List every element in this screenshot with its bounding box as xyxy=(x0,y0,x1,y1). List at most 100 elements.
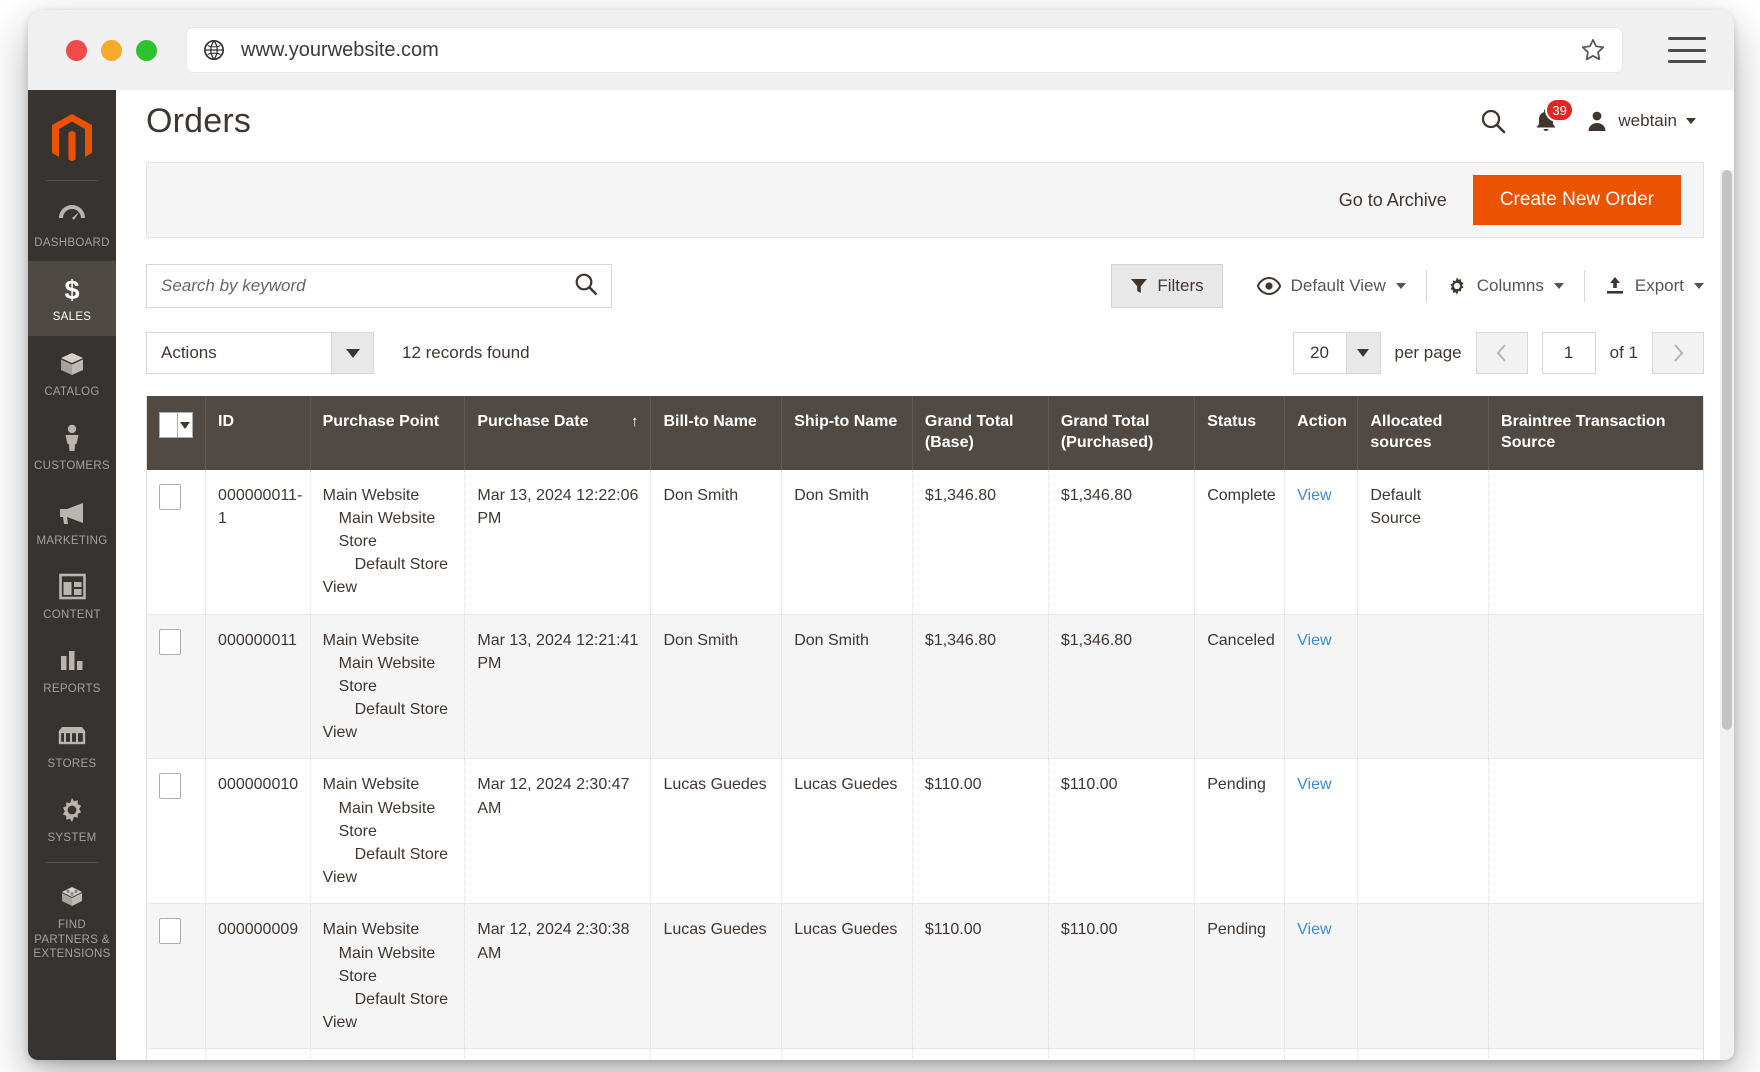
notifications-button[interactable]: 39 xyxy=(1533,98,1574,135)
search-icon[interactable] xyxy=(1479,107,1507,135)
cell-bill-to-name: Lucas Guedes xyxy=(650,903,783,1050)
cell-action[interactable]: View xyxy=(1284,903,1359,1050)
row-select-cell[interactable] xyxy=(147,614,207,760)
cell-purchase-date: Mar 11, 2024 6:37:37 PM xyxy=(464,1048,652,1060)
page-scrollbar-thumb[interactable] xyxy=(1722,170,1732,730)
column-header-action[interactable]: Action xyxy=(1284,396,1359,470)
admin-sidebar: DASHBOARD $ SALES CATALOG CUSTOMERS MARK… xyxy=(28,90,116,1060)
close-window-button[interactable] xyxy=(66,39,87,61)
next-page-button[interactable] xyxy=(1652,332,1704,374)
cell-purchase-date: Mar 13, 2024 12:21:41 PM xyxy=(464,614,652,760)
admin-topbar: Orders 39 webtain xyxy=(116,90,1734,152)
sidebar-item-label: CATALOG xyxy=(44,385,100,398)
cell-action[interactable]: View xyxy=(1284,469,1359,615)
user-menu[interactable]: webtain xyxy=(1585,109,1696,133)
go-to-archive-button[interactable]: Go to Archive xyxy=(1339,190,1447,211)
sidebar-item-sales[interactable]: $ SALES xyxy=(28,261,116,336)
column-header-purchase-date[interactable]: Purchase Date ↑ xyxy=(464,396,652,470)
column-header-allocated-sources[interactable]: Allocated sources xyxy=(1357,396,1490,470)
search-input[interactable] xyxy=(161,276,573,296)
purchase-point-line: Main Website xyxy=(322,776,420,794)
admin-content: Orders 39 webtain Go to Archive Create N… xyxy=(116,90,1734,1060)
page-scrollbar[interactable] xyxy=(1720,170,1734,1060)
sidebar-item-label: REPORTS xyxy=(43,683,101,696)
orders-table: ID Purchase Point Purchase Date ↑ Bill-t… xyxy=(147,396,1703,1060)
previous-page-button[interactable] xyxy=(1475,332,1528,374)
row-select-cell[interactable] xyxy=(147,469,207,615)
sidebar-item-stores[interactable]: STORES xyxy=(28,708,116,782)
column-header-purchase-point[interactable]: Purchase Point xyxy=(310,396,466,470)
funnel-icon xyxy=(1131,279,1148,293)
view-controls: Filters Default View Columns Export xyxy=(1111,264,1704,308)
hamburger-menu-icon[interactable] xyxy=(1668,37,1706,63)
row-checkbox[interactable] xyxy=(159,918,181,945)
minimize-window-button[interactable] xyxy=(101,39,122,61)
cell-allocated-sources xyxy=(1357,758,1490,905)
sidebar-item-content[interactable]: CONTENT xyxy=(28,559,116,633)
view-order-link[interactable]: View xyxy=(1297,487,1331,504)
table-row[interactable]: 000000010 Main Website Main Website Store D… xyxy=(147,758,1703,905)
cell-allocated-sources: Default Source xyxy=(1357,469,1490,615)
view-order-link[interactable]: View xyxy=(1297,632,1331,649)
sidebar-item-customers[interactable]: CUSTOMERS xyxy=(28,410,116,484)
columns-dropdown[interactable]: Columns xyxy=(1427,270,1585,302)
default-view-dropdown[interactable]: Default View xyxy=(1237,270,1427,302)
view-order-link[interactable]: View xyxy=(1297,921,1331,938)
sidebar-item-reports[interactable]: REPORTS xyxy=(28,633,116,707)
export-dropdown[interactable]: Export xyxy=(1585,270,1704,302)
row-select-cell[interactable] xyxy=(147,1048,207,1060)
row-select-cell[interactable] xyxy=(147,758,207,905)
sidebar-item-catalog[interactable]: CATALOG xyxy=(28,336,116,410)
sidebar-item-marketing[interactable]: MARKETING xyxy=(28,485,116,559)
row-checkbox[interactable] xyxy=(159,483,181,510)
sidebar-item-system[interactable]: SYSTEM xyxy=(28,782,116,856)
table-row[interactable]: 000000009 Main Website Main Website Store D… xyxy=(147,903,1703,1050)
sidebar-item-dashboard[interactable]: DASHBOARD xyxy=(28,187,116,261)
maximize-window-button[interactable] xyxy=(136,39,157,61)
column-header-id[interactable]: ID xyxy=(205,396,311,470)
purchase-point-line: View xyxy=(322,869,357,887)
address-bar[interactable]: www.yourwebsite.com xyxy=(187,28,1622,72)
table-row[interactable]: 000000008Main WebsiteMain Website StoreD… xyxy=(147,1048,1703,1060)
chevron-down-icon[interactable] xyxy=(1345,333,1380,373)
star-icon[interactable] xyxy=(1580,37,1606,63)
page-number-input[interactable]: 1 xyxy=(1541,332,1596,374)
row-checkbox[interactable] xyxy=(159,628,181,655)
chevron-down-icon[interactable] xyxy=(331,333,373,373)
cell-grand-total-base: $110.00 xyxy=(912,758,1049,905)
create-new-order-button[interactable]: Create New Order xyxy=(1472,175,1681,225)
purchase-point-line: Main Website xyxy=(322,921,420,939)
per-page-dropdown[interactable]: 20 xyxy=(1292,332,1381,374)
select-all-dropdown-icon[interactable] xyxy=(177,412,194,438)
grid-toolbar: Filters Default View Columns xyxy=(146,264,1704,308)
purchase-point-line: Main Website Store xyxy=(338,654,436,695)
dashboard-gauge-icon xyxy=(32,200,112,230)
per-page-label: per page xyxy=(1394,343,1462,362)
cell-status: Complete xyxy=(1194,469,1286,615)
search-input-wrapper[interactable] xyxy=(146,264,612,308)
cell-action[interactable]: View xyxy=(1284,1048,1359,1060)
cell-grand-total-purchased: $110.00 xyxy=(1048,903,1196,1050)
magento-logo[interactable] xyxy=(28,104,116,180)
table-row[interactable]: 000000011 Main Website Main Website Store D… xyxy=(147,614,1703,760)
actions-dropdown[interactable]: Actions xyxy=(146,332,374,374)
column-header-ship-to-name[interactable]: Ship-to Name xyxy=(781,396,913,470)
cell-action[interactable]: View xyxy=(1284,758,1359,905)
column-header-grand-total-purchased[interactable]: Grand Total (Purchased) xyxy=(1048,396,1196,470)
filters-button[interactable]: Filters xyxy=(1111,264,1223,308)
chevron-down-icon xyxy=(1694,283,1704,289)
column-header-grand-total-base[interactable]: Grand Total (Base) xyxy=(912,396,1049,470)
cell-action[interactable]: View xyxy=(1284,614,1359,760)
cell-id: 000000009 xyxy=(205,903,311,1050)
column-header-braintree-transaction-source[interactable]: Braintree Transaction Source xyxy=(1488,396,1703,470)
table-row[interactable]: 000000011-1 Main Website Main Website Stor… xyxy=(147,469,1703,615)
sidebar-item-find-partners-extensions[interactable]: FIND PARTNERS & EXTENSIONS xyxy=(28,869,116,972)
row-checkbox[interactable] xyxy=(159,773,181,800)
search-icon[interactable] xyxy=(573,271,599,302)
select-all-checkbox[interactable] xyxy=(159,412,178,438)
column-header-status[interactable]: Status xyxy=(1194,396,1286,470)
row-select-cell[interactable] xyxy=(147,903,207,1050)
column-header-bill-to-name[interactable]: Bill-to Name xyxy=(650,396,783,470)
purchase-point-line: Main Website Store xyxy=(338,944,436,985)
view-order-link[interactable]: View xyxy=(1297,776,1331,793)
